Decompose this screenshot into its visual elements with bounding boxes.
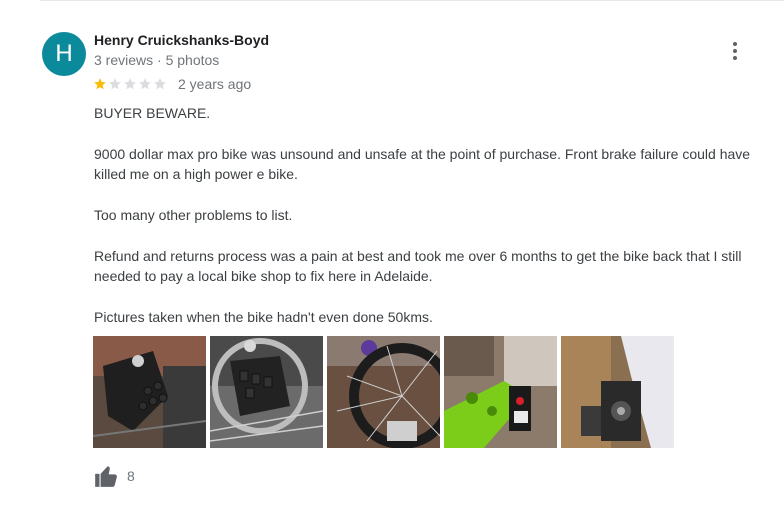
author-meta: 3 reviews · 5 photos [94,52,220,68]
review-photo-5[interactable] [561,336,674,448]
avatar[interactable]: H [42,32,86,76]
more-options-icon[interactable] [722,38,748,64]
review-time: 2 years ago [178,76,252,92]
author-name[interactable]: Henry Cruickshanks-Boyd [94,32,269,48]
like-row: 8 [93,463,135,489]
like-count: 8 [127,468,135,484]
star-rating [93,77,168,91]
star-empty-icon [109,78,121,90]
rating-row: 2 years ago [93,76,251,92]
review-paragraph: 9000 dollar max pro bike was unsound and… [94,146,751,182]
review-photo-3[interactable] [327,336,440,448]
top-divider [40,0,784,1]
review-photo-1[interactable] [93,336,206,448]
thumbs-up-icon[interactable] [93,463,119,489]
star-empty-icon [139,78,151,90]
photo-strip [93,336,674,448]
review-text: BUYER BEWARE. 9000 dollar max pro bike w… [94,103,774,348]
review-photo-2[interactable] [210,336,323,448]
star-filled-icon [94,78,106,90]
review-paragraph: Too many other problems to list. [94,207,293,223]
review-photo-4[interactable] [444,336,557,448]
review-paragraph: Pictures taken when the bike hadn't even… [94,309,433,325]
star-empty-icon [124,78,136,90]
review-paragraph: Refund and returns process was a pain at… [94,248,742,284]
review-paragraph: BUYER BEWARE. [94,105,211,121]
star-empty-icon [154,78,166,90]
avatar-letter: H [55,40,73,67]
